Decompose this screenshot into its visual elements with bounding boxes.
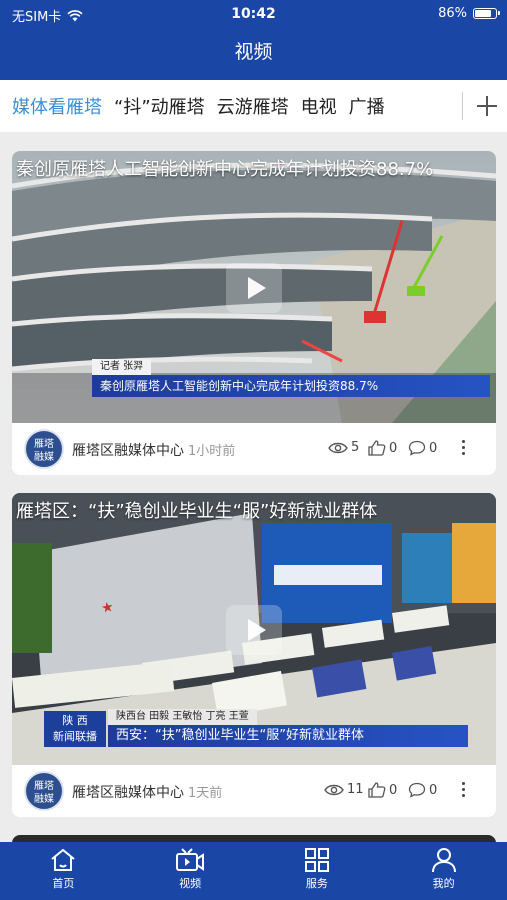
tabs-divider <box>462 92 463 120</box>
play-icon[interactable] <box>226 605 282 655</box>
play-icon[interactable] <box>226 263 282 313</box>
publish-time: 1小时前 <box>188 444 236 459</box>
tabbar-home[interactable]: 首页 <box>0 842 127 900</box>
thumbnail-caption: 西安：“扶”稳创业毕业生“服”好新就业群体 <box>108 725 468 747</box>
bottom-tab-bar: 首页 视频 服务 我的 <box>0 842 507 900</box>
battery-percent: 86% <box>438 6 467 21</box>
thumbs-up-icon <box>368 440 386 456</box>
tab-douyin[interactable]: “抖”动雁塔 <box>114 93 205 119</box>
logo-text-line2: 融媒 <box>34 452 54 463</box>
comment-button[interactable]: 0 <box>408 782 437 798</box>
tab-cloud-tour[interactable]: 云游雁塔 <box>217 93 289 119</box>
grid-icon <box>304 848 329 872</box>
tabbar-services-label: 服务 <box>305 877 328 890</box>
view-count: 5 <box>328 440 359 455</box>
more-options-icon[interactable] <box>458 779 468 803</box>
video-title: 秦创原雁塔人工智能创新中心完成年计划投资88.7% <box>16 159 434 180</box>
tabbar-mine[interactable]: 我的 <box>380 842 507 900</box>
thumbnail-reporter: 记者 张羿 <box>92 359 152 375</box>
logo-text-line1: 雁塔 <box>34 439 54 450</box>
video-thumbnail[interactable]: ★ 雁塔区：“扶”稳创业毕业生“服”好新就业群体 陕 西 新闻联播 陕西台 田毅… <box>12 493 496 765</box>
tabs-scroll: 媒体看雁塔 “抖”动雁塔 云游雁塔 电视 广播 <box>12 80 452 132</box>
add-channel-icon[interactable] <box>474 90 500 122</box>
view-count-value: 5 <box>351 440 360 455</box>
comment-button[interactable]: 0 <box>408 440 437 456</box>
source-name[interactable]: 雁塔区融媒体中心 <box>72 443 184 459</box>
tabbar-services[interactable]: 服务 <box>254 842 381 900</box>
tabbar-mine-label: 我的 <box>432 877 455 890</box>
eye-icon <box>328 442 348 453</box>
home-icon <box>51 848 76 871</box>
tabbar-home-label: 首页 <box>52 877 75 890</box>
more-options-icon[interactable] <box>458 437 468 461</box>
source-name[interactable]: 雁塔区融媒体中心 <box>72 785 184 801</box>
status-bar: 无SIM卡 10:42 86% <box>0 0 507 28</box>
source-logo: 雁塔 融媒 <box>24 771 64 811</box>
comment-icon <box>408 782 426 798</box>
video-thumbnail[interactable]: 秦创原雁塔人工智能创新中心完成年计划投资88.7% 记者 张羿 秦创原雁塔人工智… <box>12 151 496 423</box>
tab-radio[interactable]: 广播 <box>349 93 385 119</box>
logo-text-line2: 融媒 <box>34 794 54 805</box>
logo-text-line1: 雁塔 <box>34 781 54 792</box>
thumbs-up-icon <box>368 782 386 798</box>
video-title: 雁塔区：“扶”稳创业毕业生“服”好新就业群体 <box>16 501 378 522</box>
video-meta: 雁塔 融媒 雁塔区融媒体中心 1小时前 5 0 0 <box>12 423 496 475</box>
battery-fill <box>475 10 492 17</box>
view-count: 11 <box>324 782 364 797</box>
source-info: 雁塔区融媒体中心 1天前 <box>72 782 222 802</box>
video-card[interactable]: 秦创原雁塔人工智能创新中心完成年计划投资88.7% 记者 张羿 秦创原雁塔人工智… <box>12 151 496 475</box>
tabbar-video-label: 视频 <box>179 877 202 890</box>
thumbnail-reporter: 陕西台 田毅 王敏怡 丁亮 王萱 <box>108 709 257 725</box>
clock: 10:42 <box>231 6 276 22</box>
like-button[interactable]: 0 <box>368 782 397 798</box>
thumbnail-badge: 陕 西 新闻联播 <box>44 711 106 747</box>
source-logo: 雁塔 融媒 <box>24 429 64 469</box>
eye-icon <box>324 784 344 795</box>
comment-count: 0 <box>429 440 438 456</box>
like-count: 0 <box>389 782 398 798</box>
view-count-value: 11 <box>347 782 364 797</box>
like-button[interactable]: 0 <box>368 440 397 456</box>
battery-icon <box>473 8 500 19</box>
like-count: 0 <box>389 440 398 456</box>
tabbar-video[interactable]: 视频 <box>127 842 254 900</box>
category-tabs: 媒体看雁塔 “抖”动雁塔 云游雁塔 电视 广播 <box>0 80 507 132</box>
source-info: 雁塔区融媒体中心 1小时前 <box>72 440 235 460</box>
comment-count: 0 <box>429 782 438 798</box>
user-icon <box>431 848 456 873</box>
tab-tv[interactable]: 电视 <box>301 93 337 119</box>
comment-icon <box>408 440 426 456</box>
page-title: 视频 <box>0 28 507 80</box>
video-meta: 雁塔 融媒 雁塔区融媒体中心 1天前 11 0 0 <box>12 765 496 817</box>
video-card[interactable]: ★ 雁塔区：“扶”稳创业毕业生“服”好新就业群体 陕 西 新闻联播 陕西台 田毅… <box>12 493 496 817</box>
publish-time: 1天前 <box>188 786 223 801</box>
tab-media[interactable]: 媒体看雁塔 <box>12 93 102 119</box>
thumbnail-caption: 秦创原雁塔人工智能创新中心完成年计划投资88.7% <box>92 375 490 397</box>
video-icon <box>176 848 205 871</box>
